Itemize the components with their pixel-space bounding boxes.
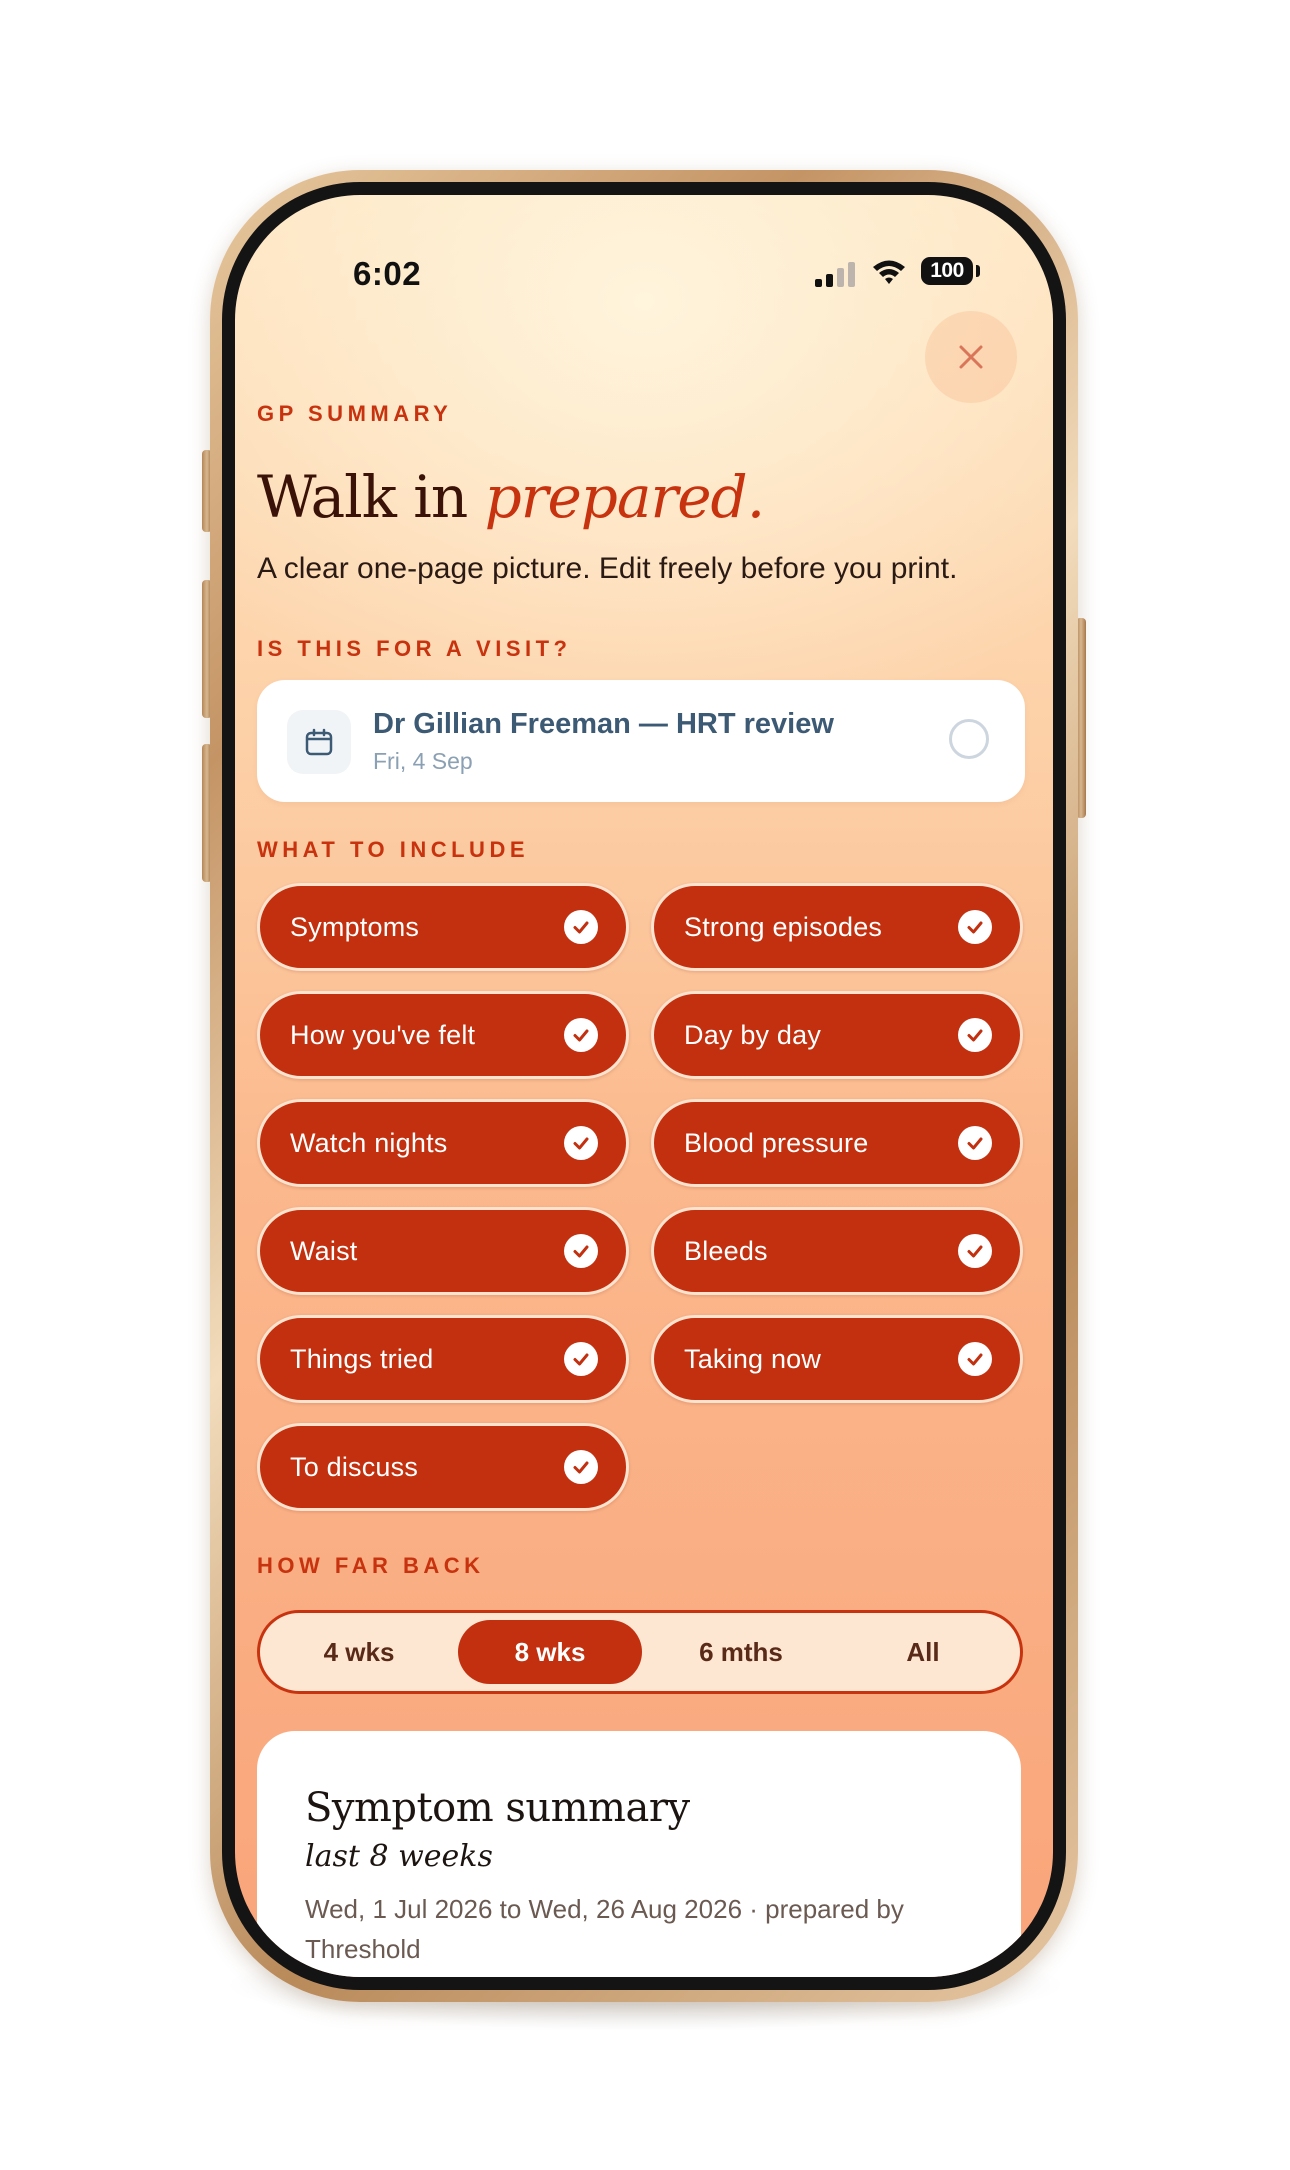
page-title-accent: prepared. [484,463,765,531]
range-segmented-control: 4 wks 8 wks 6 mths All [257,1610,1023,1694]
chip-strong-episodes[interactable]: Strong episodes [651,883,1023,971]
chip-label: Watch nights [290,1128,448,1158]
check-icon [564,1126,598,1160]
chip-label: To discuss [290,1452,419,1482]
range-option-8-wks[interactable]: 8 wks [458,1620,642,1684]
visit-select-radio[interactable] [949,719,989,759]
summary-period: last 8 weeks [305,1839,493,1874]
chip-waist[interactable]: Waist [257,1207,629,1295]
cellular-signal-icon [815,261,857,287]
summary-date-range: Wed, 1 Jul 2026 to Wed, 26 Aug 2026 · pr… [305,1894,904,1964]
chip-taking-now[interactable]: Taking now [651,1315,1023,1403]
status-time: 6:02 [353,255,422,292]
check-icon [564,1450,598,1484]
chip-blood-pressure[interactable]: Blood pressure [651,1099,1023,1187]
page-subtitle: A clear one-page picture. Edit freely be… [257,552,958,585]
visit-card[interactable]: Dr Gillian Freeman — HRT review Fri, 4 S… [257,680,1025,802]
check-icon [958,910,992,944]
summary-preview-card: Symptom summary last 8 weeks Wed, 1 Jul … [257,1731,1021,1977]
chip-label: Symptoms [290,912,420,942]
visit-date: Fri, 4 Sep [373,748,473,774]
chip-day-by-day[interactable]: Day by day [651,991,1023,1079]
chip-things-tried[interactable]: Things tried [257,1315,629,1403]
gp-summary-sheet: 6:02 100 GP SUMMARY Walk in prepared. A … [235,195,1051,1977]
chip-label: Day by day [684,1020,822,1050]
check-icon [564,1018,598,1052]
check-icon [958,1234,992,1268]
chip-label: Waist [290,1236,358,1266]
chip-label: Taking now [684,1344,822,1374]
chip-label: Strong episodes [684,912,883,942]
section-label-include: WHAT TO INCLUDE [257,837,529,862]
check-icon [958,1342,992,1376]
check-icon [564,1234,598,1268]
check-icon [958,1018,992,1052]
chip-watch-nights[interactable]: Watch nights [257,1099,629,1187]
check-icon [564,1342,598,1376]
close-icon [959,345,983,369]
check-icon [958,1126,992,1160]
stage: 6:02 100 GP SUMMARY Walk in prepared. A … [0,0,1290,2170]
chip-label: Blood pressure [684,1128,869,1158]
visit-title: Dr Gillian Freeman — HRT review [373,708,834,740]
range-option-4-wks[interactable]: 4 wks [274,1620,444,1684]
chip-label: Things tried [290,1344,434,1374]
chip-to-discuss[interactable]: To discuss [257,1423,629,1511]
battery-tip [976,265,980,277]
chip-label: Bleeds [684,1236,768,1266]
chip-symptoms[interactable]: Symptoms [257,883,629,971]
phone-frame: 6:02 100 GP SUMMARY Walk in prepared. A … [210,170,1078,2002]
chip-how-youve-felt[interactable]: How you've felt [257,991,629,1079]
page-title: Walk in prepared. [257,463,765,531]
visit-icon-container [287,710,351,774]
page-title-plain: Walk in [257,463,485,531]
section-eyebrow-gp-summary: GP SUMMARY [257,401,453,426]
section-label-visit: IS THIS FOR A VISIT? [257,636,572,661]
wifi-icon [871,257,907,287]
section-label-range: HOW FAR BACK [257,1553,485,1578]
chip-bleeds[interactable]: Bleeds [651,1207,1023,1295]
range-option-6-mths[interactable]: 6 mths [656,1620,826,1684]
summary-title: Symptom summary [305,1785,690,1831]
close-button[interactable] [925,311,1017,403]
check-icon [564,910,598,944]
calendar-icon [305,728,333,756]
range-option-all[interactable]: All [840,1620,1006,1684]
chip-label: How you've felt [290,1020,476,1050]
phone-bezel: 6:02 100 GP SUMMARY Walk in prepared. A … [222,182,1066,1990]
phone-screen: 6:02 100 GP SUMMARY Walk in prepared. A … [235,195,1053,1977]
battery-indicator: 100 [921,257,973,285]
